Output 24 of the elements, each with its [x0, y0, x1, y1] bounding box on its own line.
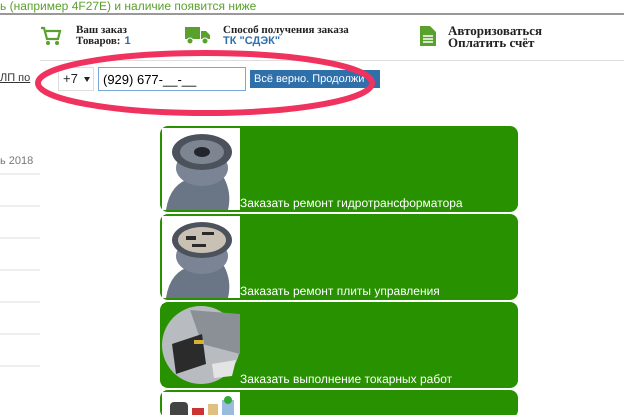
- truck-icon: [185, 25, 211, 45]
- order-value: ТК "СДЭК": [223, 36, 280, 47]
- order-title: Ваш заказ: [76, 25, 128, 36]
- caret-icon: [84, 76, 90, 82]
- document-icon: [420, 26, 436, 46]
- pay-link[interactable]: Оплатить счёт: [448, 37, 534, 49]
- cart-icon: [40, 25, 62, 47]
- phone-input[interactable]: (929) 677-__-__: [98, 67, 246, 91]
- service-card[interactable]: [160, 390, 518, 415]
- instruction-text: ь (например 4F27E) и наличие появится ниже: [0, 0, 624, 15]
- login-link[interactable]: Авторизоваться: [448, 25, 542, 37]
- continue-button[interactable]: Всё верно. Продолжи: [250, 70, 380, 88]
- order-value: 1: [124, 36, 131, 47]
- date-text: ь 2018: [0, 154, 34, 168]
- order-title: Способ получения заказа: [223, 25, 349, 36]
- service-label: Заказать ремонт гидротрансформатора: [240, 196, 463, 210]
- service-label: Заказать ремонт плиты управления: [240, 284, 440, 298]
- service-label: Заказать выполнение токарных работ: [240, 372, 452, 386]
- service-card[interactable]: Заказать ремонт гидротрансформатора: [160, 126, 518, 212]
- service-card[interactable]: Заказать ремонт плиты управления: [160, 214, 518, 300]
- country-code-select[interactable]: +7: [58, 67, 94, 91]
- link[interactable]: ЛП по: [0, 70, 30, 86]
- service-card[interactable]: Заказать выполнение токарных работ: [160, 302, 518, 388]
- items-label: Товаров:: [76, 36, 120, 47]
